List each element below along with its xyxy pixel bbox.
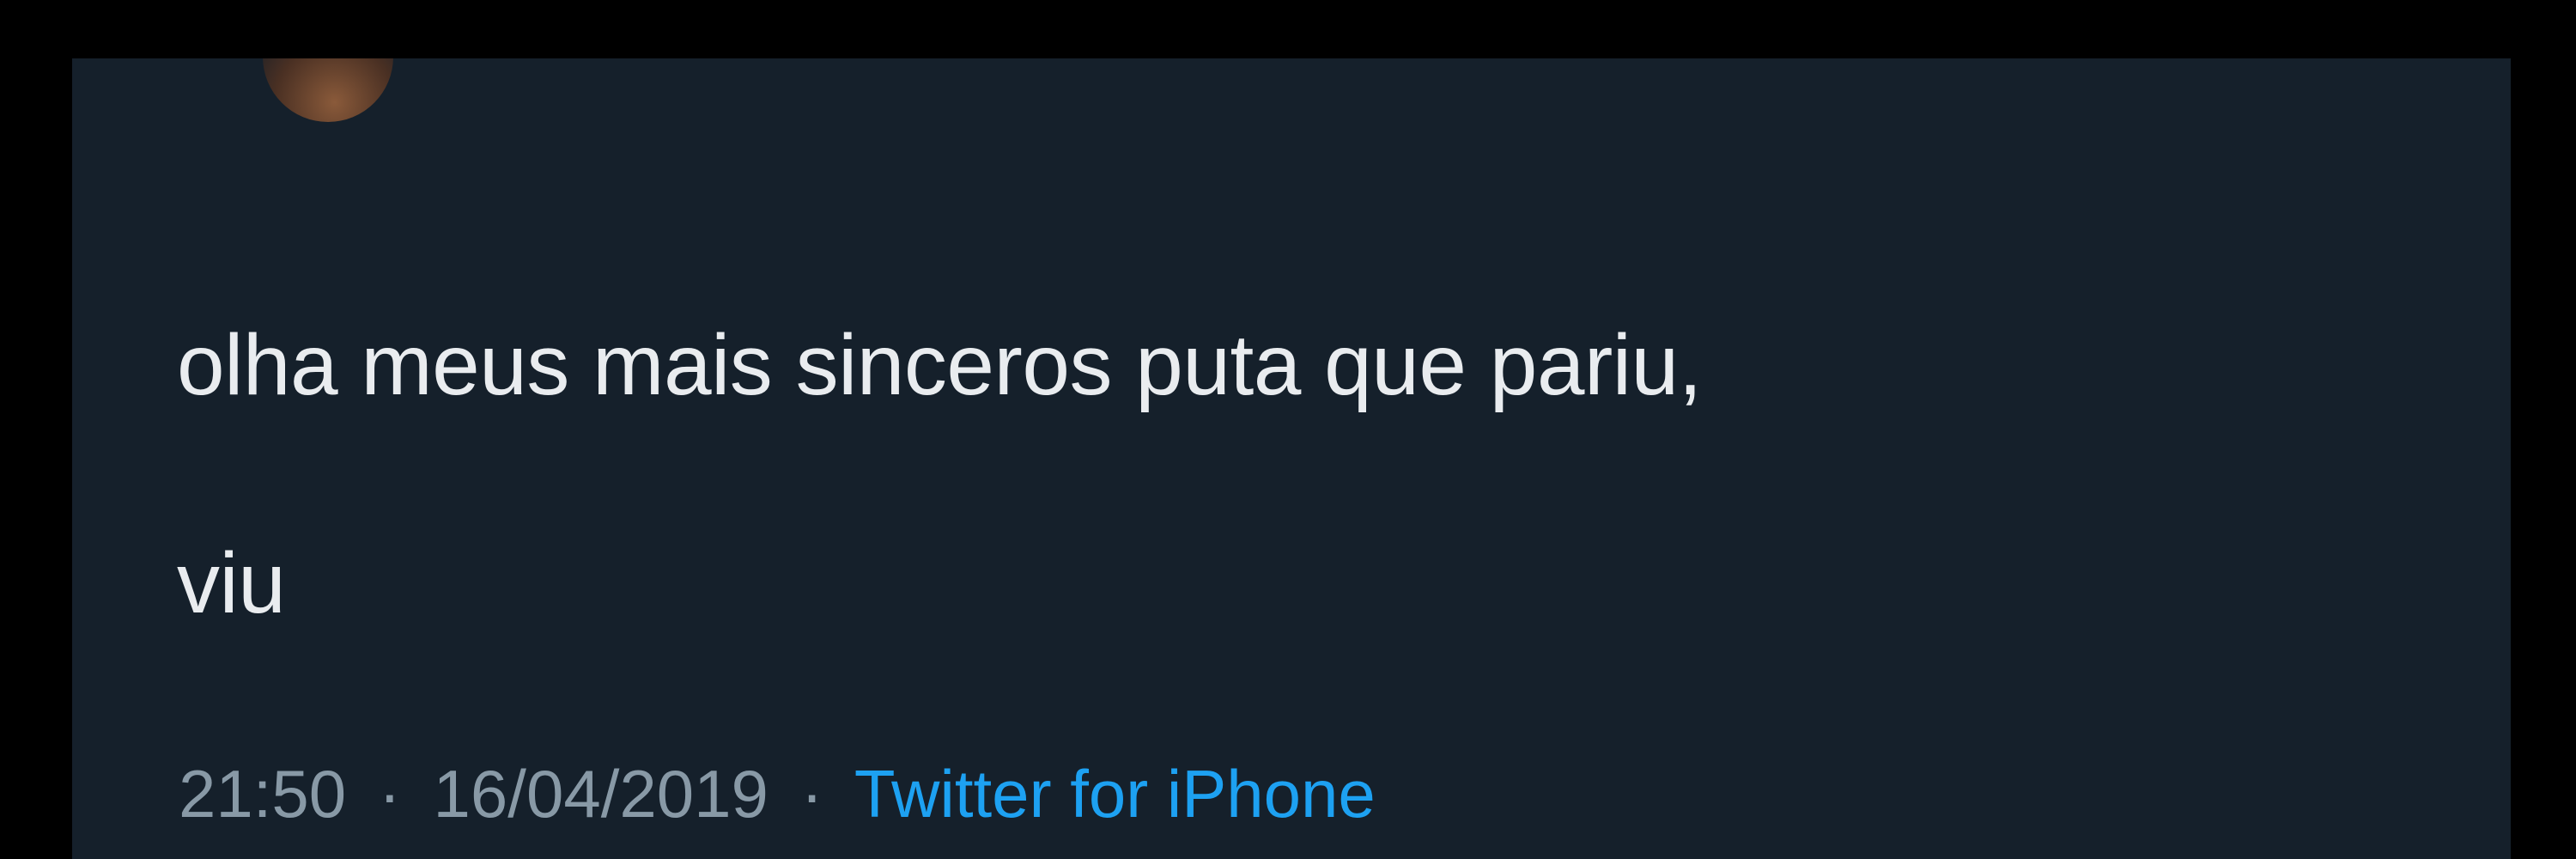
tweet-text: olha meus mais sinceros puta que pariu, … (177, 256, 2452, 692)
screenshot-frame: olha meus mais sinceros puta que pariu, … (0, 0, 2576, 859)
meta-separator: · (378, 756, 401, 832)
avatar[interactable] (263, 58, 393, 122)
tweet-metadata: 21:50 · 16/04/2019 · Twitter for iPhone (179, 751, 1376, 837)
meta-separator: · (800, 756, 823, 832)
tweet-time: 21:50 (179, 756, 347, 832)
tweet-text-line-1: olha meus mais sinceros puta que pariu, (177, 317, 1702, 413)
tweet-source-link[interactable]: Twitter for iPhone (854, 756, 1376, 832)
tweet-card: olha meus mais sinceros puta que pariu, … (72, 58, 2511, 859)
tweet-date: 16/04/2019 (433, 756, 769, 832)
tweet-text-line-2: viu (177, 535, 286, 631)
